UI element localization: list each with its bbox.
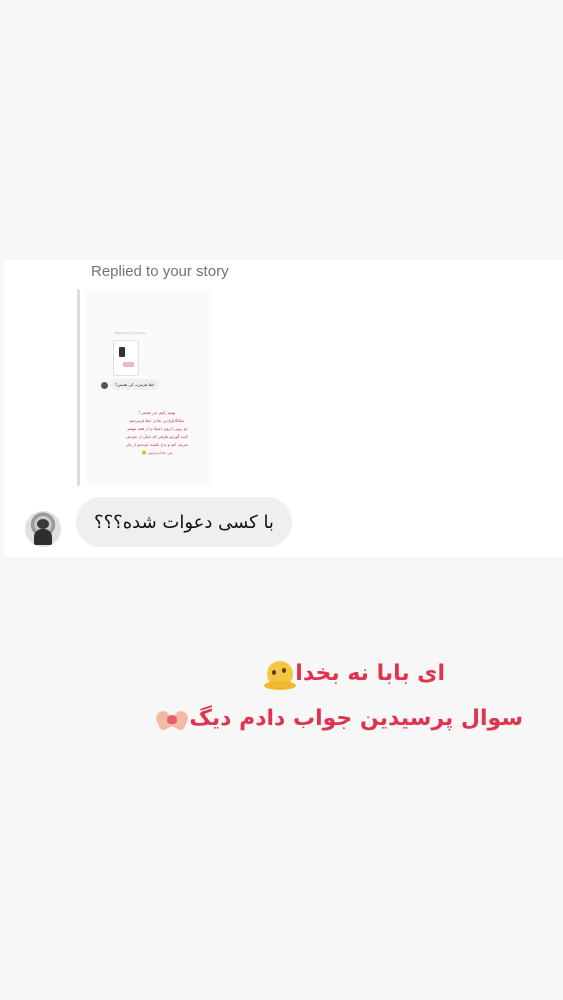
message-text: با کسی دعوات شده؟؟؟ [94,512,274,533]
story-mini-line: منلاکلابلرادین عادی خط قرمزمنم [129,418,185,423]
story-mini-text: بهتیه رکیم چی هستی! منلاکلابلرادین عادی … [112,409,202,457]
sender-avatar[interactable] [25,511,61,547]
story-mini-line: من جذاب‌ترمی 🙂 [141,450,173,455]
replied-to-story-label: Replied to your story [91,263,229,280]
caption-text-1: ای بابا نه بخدا [295,661,445,686]
caption-line-1: ای بابا نه بخدا [264,661,445,690]
story-mini-photo [113,340,139,376]
story-mini-line: بهتیه رکیم چی هستی! [138,410,176,415]
story-mini-photo-detail [119,347,125,357]
story-mini-photo-detail [123,362,134,367]
caption-line-2: سوال پرسیدین جواب دادم دیگ [154,706,523,732]
story-mini-line: کنده گوزیم طرفی که خیلی از خودش [126,434,188,439]
story-mini-line: تعریف کنه و بدخ بکشه خودشو از بکر [126,442,188,447]
avatar-body [34,529,52,545]
caption-text-2: سوال پرسیدین جواب دادم دیگ [189,706,523,731]
avatar-head [37,519,49,529]
story-mini-bubble: خط قرمزت کی هستن؟ [111,379,159,390]
melting-face-icon [264,661,297,690]
story-mini-avatar [101,382,108,389]
story-mini-label: Replied to your story [115,331,147,335]
heart-hands-icon [154,707,191,732]
story-mini-line: دو روپی ابرو‌ی اعتیاد و از همه مهمتر [126,426,188,431]
story-reply-bar [77,289,80,486]
